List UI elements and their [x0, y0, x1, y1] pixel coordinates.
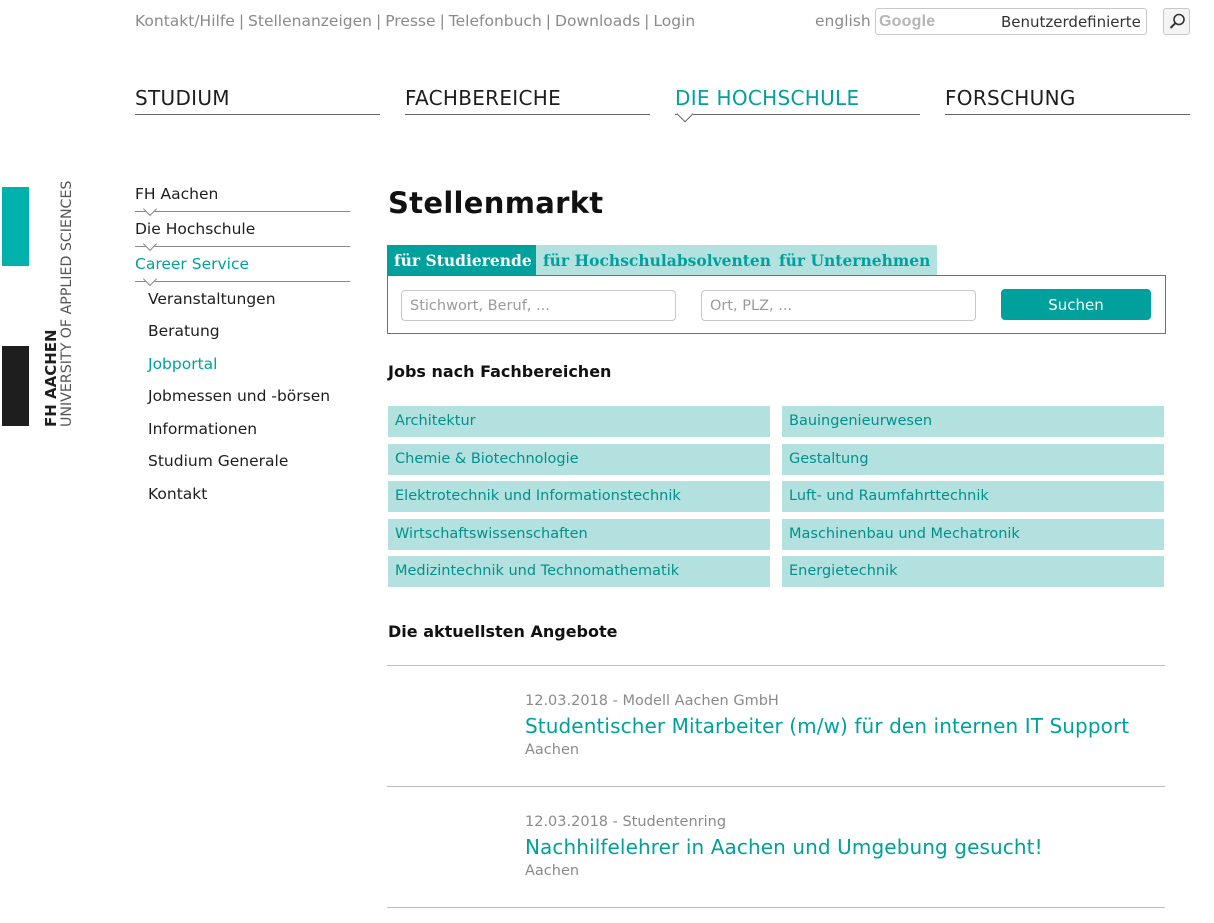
category-bauingenieurwesen[interactable]: Bauingenieurwesen [782, 406, 1164, 437]
side-item-studium-generale[interactable]: Studium Generale [148, 452, 363, 470]
tab-hochschulabsolventen[interactable]: für Hochschulabsolventen [536, 245, 779, 275]
side-item-label: Die Hochschule [135, 220, 256, 238]
link-login[interactable]: Login [653, 12, 695, 30]
nav-die-hochschule[interactable]: DIE HOCHSCHULE [675, 86, 920, 123]
job-title-link[interactable]: Studentischer Mitarbeiter (m/w) für den … [525, 714, 1129, 738]
language-switch[interactable]: english [815, 12, 871, 30]
link-downloads[interactable]: Downloads [555, 12, 640, 30]
category-chemie-biotechnologie[interactable]: Chemie & Biotechnologie [388, 444, 770, 475]
offers-heading: Die aktuellsten Angebote [388, 622, 618, 641]
job-meta: 12.03.2018 - Studentenring [525, 814, 727, 830]
magnifier-icon [1169, 13, 1185, 29]
category-medizintechnik[interactable]: Medizintechnik und Technomathematik [388, 556, 770, 587]
brand-teal-bar [2, 187, 29, 266]
separator: | [375, 12, 382, 30]
category-luft-raumfahrttechnik[interactable]: Luft- und Raumfahrttechnik [782, 481, 1164, 512]
nav-forschung[interactable]: FORSCHUNG [945, 86, 1190, 115]
category-elektrotechnik[interactable]: Elektrotechnik und Informationstechnik [388, 481, 770, 512]
keyword-input[interactable] [401, 290, 676, 321]
side-item-career-service[interactable]: Career Service [135, 255, 350, 287]
separator: | [439, 12, 445, 30]
site-search-input[interactable]: Google Benutzerdefinierte Suche [875, 8, 1147, 35]
category-wirtschaftswissenschaften[interactable]: Wirtschaftswissenschaften [388, 519, 770, 550]
site-search-placeholder: Benutzerdefinierte Suche [1001, 13, 1143, 31]
utility-links: Kontakt/Hilfe | Stellenanzeigen | Presse | Tel… [135, 12, 695, 30]
divider [387, 665, 1165, 666]
nav-fachbereiche[interactable]: FACHBEREICHE [405, 86, 650, 115]
categories-heading: Jobs nach Fachbereichen [388, 362, 612, 381]
nav-studium[interactable]: STUDIUM [135, 86, 380, 115]
search-button[interactable]: Suchen [1001, 289, 1151, 320]
google-logo: Google [879, 13, 936, 30]
divider [387, 907, 1165, 908]
nav-die-hochschule-label: DIE HOCHSCHULE [675, 86, 860, 110]
link-stellenanzeigen[interactable]: Stellenanzeigen [248, 12, 372, 30]
brand-logo[interactable]: FH AACHEN UNIVERSITY OF APPLIED SCIENCES [42, 180, 75, 427]
separator: | [545, 12, 552, 30]
side-item-label: Career Service [135, 255, 250, 273]
page-title: Stellenmarkt [388, 186, 604, 220]
side-item-die-hochschule[interactable]: Die Hochschule [135, 220, 350, 252]
divider [387, 786, 1165, 787]
separator: | [644, 12, 650, 30]
side-item-informationen[interactable]: Informationen [148, 420, 363, 438]
link-kontakt-hilfe[interactable]: Kontakt/Hilfe [135, 12, 235, 30]
category-gestaltung[interactable]: Gestaltung [782, 444, 1164, 475]
brand-black-bar [2, 346, 29, 426]
link-telefonbuch[interactable]: Telefonbuch [449, 12, 542, 30]
job-meta: 12.03.2018 - Modell Aachen GmbH [525, 693, 779, 709]
job-location: Aachen [525, 742, 580, 758]
side-item-jobportal[interactable]: Jobportal [148, 355, 363, 373]
job-location: Aachen [525, 863, 580, 879]
category-energietechnik[interactable]: Energietechnik [782, 556, 1164, 587]
separator-notch [142, 236, 158, 252]
side-item-label: FH Aachen [135, 185, 219, 203]
separator-notch [142, 201, 158, 217]
separator-notch [142, 271, 158, 287]
side-item-beratung[interactable]: Beratung [148, 322, 363, 340]
brand-line-1: FH AACHEN [42, 329, 60, 427]
side-item-veranstaltungen[interactable]: Veranstaltungen [148, 290, 363, 308]
location-input[interactable] [701, 290, 976, 321]
side-item-jobmessen[interactable]: Jobmessen und -börsen [148, 387, 363, 405]
category-maschinenbau[interactable]: Maschinenbau und Mechatronik [782, 519, 1164, 550]
tab-unternehmen[interactable]: für Unternehmen [772, 245, 938, 275]
job-title-link[interactable]: Nachhilfelehrer in Aachen und Umgebung g… [525, 835, 1043, 859]
brand-line-2: UNIVERSITY OF APPLIED SCIENCES [59, 180, 75, 427]
separator: | [238, 12, 245, 30]
site-search-button[interactable] [1163, 8, 1190, 35]
category-architektur[interactable]: Architektur [388, 406, 770, 437]
job-search-panel: Suchen [387, 275, 1166, 334]
link-presse[interactable]: Presse [385, 12, 435, 30]
side-item-kontakt[interactable]: Kontakt [148, 485, 363, 503]
side-item-fh-aachen[interactable]: FH Aachen [135, 185, 350, 217]
tab-studierende[interactable]: für Studierende [387, 245, 539, 275]
